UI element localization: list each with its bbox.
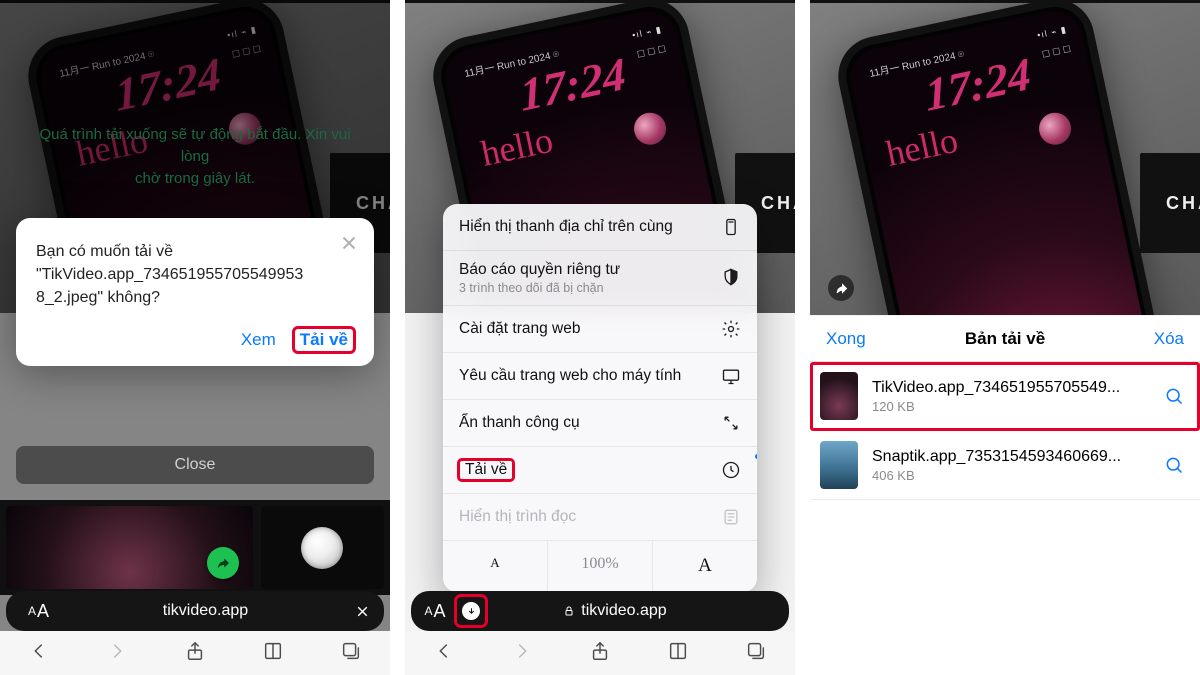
zoom-value: 100% — [547, 541, 652, 591]
desktop-icon — [721, 366, 741, 386]
close-icon[interactable] — [338, 232, 360, 254]
view-button[interactable]: Xem — [241, 330, 276, 350]
forward-icon — [106, 640, 128, 667]
download-row[interactable]: TikVideo.app_734651955705549... 120 KB — [810, 362, 1200, 431]
text-larger-button[interactable]: A — [652, 541, 757, 591]
downloads-title: Bản tải về — [810, 329, 1200, 349]
share-icon[interactable] — [184, 640, 206, 667]
phone-panel-2: 11月一 Run to 2024 ⌾ •ıl ⌁ ▮ ☐ ☐ ☐ 17:24 h… — [405, 0, 795, 675]
device-icon — [721, 217, 741, 237]
page-settings-menu: Hiển thị thanh địa chỉ trên cùng Báo cáo… — [443, 204, 757, 592]
menu-item-privacy[interactable]: Báo cáo quyền riêng tư 3 trình theo dõi … — [443, 251, 757, 306]
close-button[interactable]: Close — [16, 446, 374, 484]
phone-panel-1: 11月一 Run to 2024 ⌾ •ıl ⌁ ▮ ☐ ☐ ☐ 17:24 h… — [0, 0, 390, 675]
info-icon[interactable] — [828, 275, 854, 301]
menu-item-reader: Hiển thị trình đọc — [443, 494, 757, 541]
safari-toolbar — [0, 631, 390, 675]
menu-item-downloads[interactable]: Tải về — [443, 447, 757, 494]
thumbnail[interactable] — [261, 506, 384, 589]
file-size: 120 KB — [872, 399, 1160, 414]
text-size-icon[interactable]: AA — [411, 601, 459, 622]
share-fab[interactable] — [207, 547, 239, 579]
download-confirm-alert: Bạn có muốn tải về "TikVideo.app_7346519… — [16, 218, 374, 366]
bookmarks-icon[interactable] — [262, 640, 284, 667]
gear-icon — [721, 319, 741, 339]
reader-icon — [721, 507, 741, 527]
menu-item-settings[interactable]: Cài đặt trang web — [443, 306, 757, 353]
shield-icon — [721, 267, 741, 287]
alert-message: Bạn có muốn tải về "TikVideo.app_7346519… — [36, 240, 354, 310]
lock-icon — [563, 605, 575, 617]
clear-button[interactable]: Xóa — [1154, 329, 1184, 349]
menu-item-text-zoom: A 100% A — [443, 541, 757, 592]
download-button[interactable]: Tải về — [294, 328, 354, 352]
forward-icon — [511, 640, 533, 667]
phone-panel-3: 11月一 Run to 2024 ⌾ •ıl ⌁ ▮ ☐ ☐ ☐ 17:24 h… — [810, 0, 1200, 675]
menu-item-desktop[interactable]: Yêu cầu trang web cho máy tính — [443, 353, 757, 400]
download-row[interactable]: Snaptik.app_7353154593460669... 406 KB — [810, 431, 1200, 500]
thumbnail-strip — [0, 500, 390, 595]
text-smaller-button[interactable]: A — [443, 541, 547, 591]
file-thumbnail — [820, 441, 858, 489]
safari-address-bar[interactable]: AA tikvideo.app — [411, 591, 789, 631]
download-history-icon — [721, 460, 741, 480]
download-start-banner: Quá trình tải xuống sẽ tự động bắt đầu. … — [0, 110, 390, 203]
downloads-indicator-icon[interactable] — [457, 597, 485, 625]
hero-image: 11月一 Run to 2024 ⌾ •ıl ⌁ ▮ ☐ ☐ ☐ 17:24 h… — [810, 3, 1200, 315]
file-name: Snaptik.app_7353154593460669... — [872, 448, 1160, 466]
safari-toolbar — [405, 631, 795, 675]
back-icon[interactable] — [433, 640, 455, 667]
downloads-header: Xong Bản tải về Xóa — [810, 316, 1200, 362]
back-icon[interactable] — [28, 640, 50, 667]
address-host: tikvideo.app — [71, 602, 340, 620]
menu-item-hide-toolbar[interactable]: Ẩn thanh công cụ — [443, 400, 757, 447]
file-size: 406 KB — [872, 468, 1160, 483]
expand-icon — [721, 413, 741, 433]
downloads-list: TikVideo.app_734651955705549... 120 KB S… — [810, 362, 1200, 675]
bookmarks-icon[interactable] — [667, 640, 689, 667]
tabs-icon[interactable] — [745, 640, 767, 667]
tabs-icon[interactable] — [340, 640, 362, 667]
share-icon[interactable] — [589, 640, 611, 667]
file-name: TikVideo.app_734651955705549... — [872, 379, 1160, 397]
safari-address-bar[interactable]: AA tikvideo.app — [6, 591, 384, 631]
text-size-icon[interactable]: AA — [6, 601, 71, 622]
stop-icon[interactable] — [340, 603, 384, 620]
menu-item-address-top[interactable]: Hiển thị thanh địa chỉ trên cùng — [443, 204, 757, 251]
reveal-icon[interactable] — [1160, 455, 1188, 475]
thumbnail[interactable] — [6, 506, 253, 589]
address-host: tikvideo.app — [485, 602, 745, 620]
reveal-icon[interactable] — [1160, 386, 1188, 406]
file-thumbnail — [820, 372, 858, 420]
